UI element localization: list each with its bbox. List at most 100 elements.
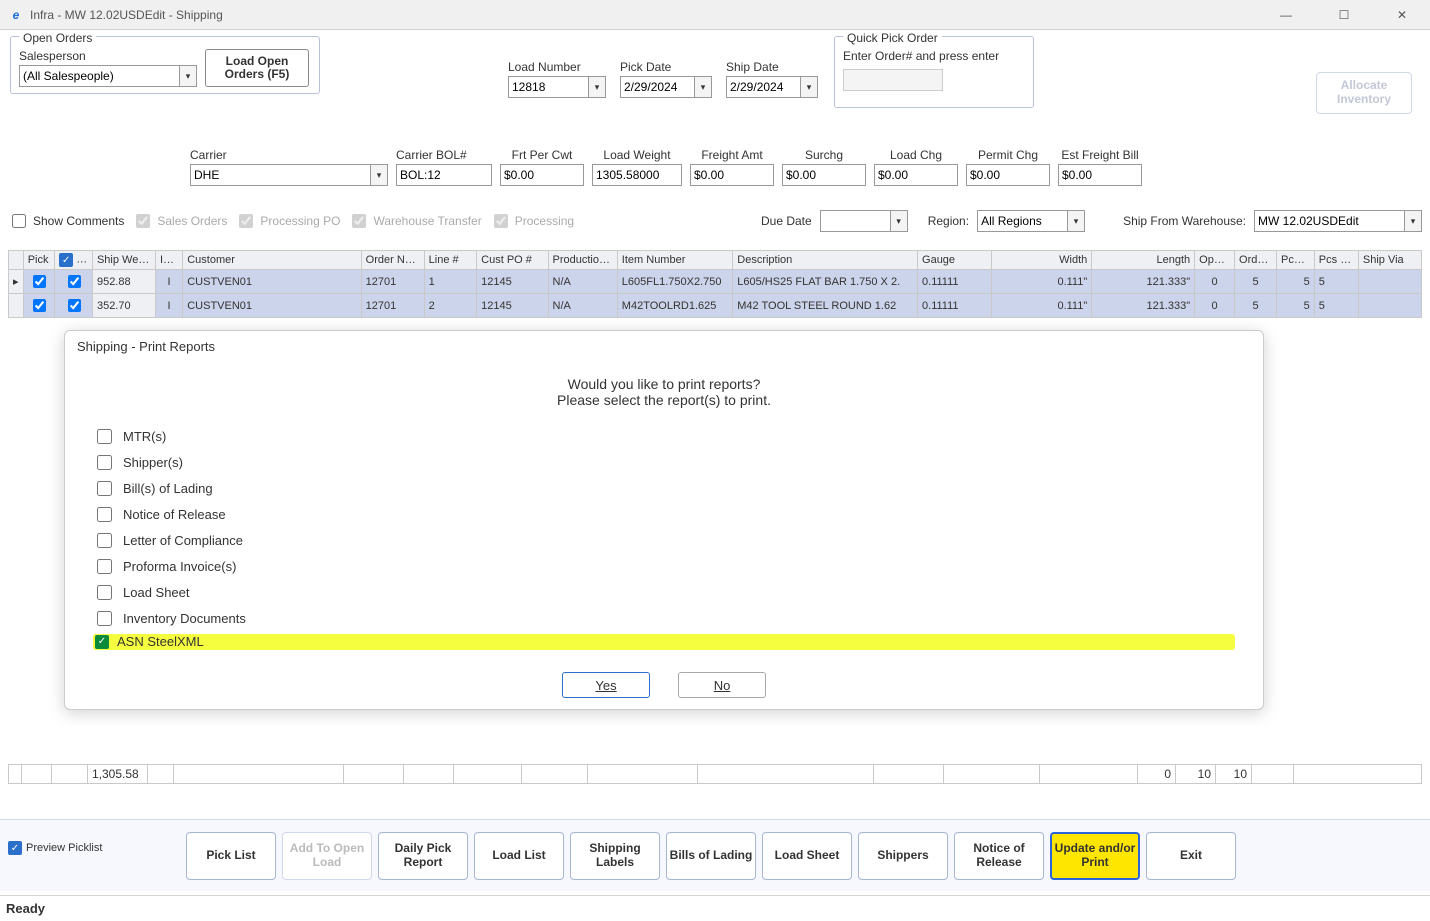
ship-from-label: Ship From Warehouse: xyxy=(1123,214,1246,228)
load-chg-input[interactable] xyxy=(874,164,958,186)
chevron-down-icon[interactable]: ▾ xyxy=(179,65,197,87)
report-option[interactable]: Proforma Invoice(s) xyxy=(93,556,1235,577)
pick-list-button[interactable]: Pick List xyxy=(186,832,276,880)
minimize-button[interactable]: — xyxy=(1266,8,1306,22)
exit-button[interactable]: Exit xyxy=(1146,832,1236,880)
shipping-labels-button[interactable]: Shipping Labels xyxy=(570,832,660,880)
chevron-down-icon[interactable]: ▾ xyxy=(800,76,818,98)
report-checkbox[interactable] xyxy=(97,455,112,470)
open-orders-label: Open Orders xyxy=(19,31,96,45)
report-checkbox[interactable] xyxy=(97,507,112,522)
maximize-button[interactable]: ☐ xyxy=(1324,8,1364,22)
load-weight-label: Load Weight xyxy=(592,148,682,162)
ship-date-label: Ship Date xyxy=(726,60,818,74)
carrier-bol-input[interactable] xyxy=(396,164,492,186)
processing-checkbox[interactable]: Processing xyxy=(490,211,574,231)
table-row[interactable]: ▸ 952.88 ICUSTVEN0112701112145N/AL605FL1… xyxy=(9,270,1422,294)
yes-button[interactable]: Yes xyxy=(562,672,650,698)
notice-of-release-button[interactable]: Notice of Release xyxy=(954,832,1044,880)
load-weight-input[interactable] xyxy=(592,164,682,186)
pick-date-label: Pick Date xyxy=(620,60,712,74)
carrier-label: Carrier xyxy=(190,148,388,162)
processing-po-checkbox[interactable]: Processing PO xyxy=(235,211,340,231)
open-orders-group: Open Orders Salesperson ▾ Load Open Orde… xyxy=(10,36,320,94)
due-date-label: Due Date xyxy=(761,214,812,228)
report-checkbox[interactable] xyxy=(97,611,112,626)
pick-date-input[interactable] xyxy=(620,76,694,98)
est-freight-bill-label: Est Freight Bill xyxy=(1058,148,1142,162)
window-title: Infra - MW 12.02USDEdit - Shipping xyxy=(30,8,223,22)
preview-picklist-checkbox[interactable]: ✓Preview Picklist xyxy=(8,841,102,855)
surchg-input[interactable] xyxy=(782,164,866,186)
dialog-question-1: Would you like to print reports? xyxy=(93,376,1235,392)
show-comments-checkbox[interactable]: Show Comments xyxy=(8,211,124,231)
load-list-button[interactable]: Load List xyxy=(474,832,564,880)
load-chg-label: Load Chg xyxy=(874,148,958,162)
chevron-down-icon[interactable]: ▾ xyxy=(890,210,908,232)
load-sheet-button[interactable]: Load Sheet xyxy=(762,832,852,880)
report-option[interactable]: Letter of Compliance xyxy=(93,530,1235,551)
frt-per-cwt-label: Frt Per Cwt xyxy=(500,148,584,162)
est-freight-bill-input[interactable] xyxy=(1058,164,1142,186)
pick-checkbox[interactable] xyxy=(33,299,46,312)
report-option[interactable]: Bill(s) of Lading xyxy=(93,478,1235,499)
report-option[interactable]: MTR(s) xyxy=(93,426,1235,447)
ship-checkbox[interactable] xyxy=(68,299,81,312)
ship-checkbox[interactable] xyxy=(68,275,81,288)
due-date-input[interactable] xyxy=(820,210,890,232)
shippers-button[interactable]: Shippers xyxy=(858,832,948,880)
salesperson-select[interactable] xyxy=(19,65,179,87)
pick-checkbox[interactable] xyxy=(33,275,46,288)
permit-chg-input[interactable] xyxy=(966,164,1050,186)
ship-all-header-checkbox[interactable]: ✓ xyxy=(59,253,73,267)
grid-header-row: Pick ✓ Ship (All) Ship Weight Inv Disp C… xyxy=(9,251,1422,270)
report-option[interactable]: Shipper(s) xyxy=(93,452,1235,473)
report-option[interactable]: ✓ASN SteelXML xyxy=(93,634,1235,650)
chevron-down-icon[interactable]: ▾ xyxy=(370,164,388,186)
bills-of-lading-button[interactable]: Bills of Lading xyxy=(666,832,756,880)
table-row[interactable]: 352.70 ICUSTVEN0112701212145N/AM42TOOLRD… xyxy=(9,294,1422,318)
chevron-down-icon[interactable]: ▾ xyxy=(694,76,712,98)
ship-date-input[interactable] xyxy=(726,76,800,98)
carrier-bol-label: Carrier BOL# xyxy=(396,148,492,162)
report-checkbox[interactable] xyxy=(97,559,112,574)
warehouse-transfer-checkbox[interactable]: Warehouse Transfer xyxy=(348,211,481,231)
load-open-orders-button[interactable]: Load Open Orders (F5) xyxy=(205,49,309,87)
ship-from-select[interactable] xyxy=(1254,210,1404,232)
status-bar: Ready xyxy=(0,895,1430,921)
load-number-input[interactable] xyxy=(508,76,588,98)
update-and-or-print-button[interactable]: Update and/or Print xyxy=(1050,832,1140,880)
close-button[interactable]: ✕ xyxy=(1382,8,1422,22)
salesperson-label: Salesperson xyxy=(19,49,197,63)
report-checkbox[interactable] xyxy=(97,429,112,444)
surchg-label: Surchg xyxy=(782,148,866,162)
chevron-down-icon[interactable]: ▾ xyxy=(1404,210,1422,232)
freight-amt-input[interactable] xyxy=(690,164,774,186)
quick-pick-hint: Enter Order# and press enter xyxy=(843,49,1025,63)
carrier-select[interactable] xyxy=(190,164,370,186)
quick-pick-input[interactable] xyxy=(843,69,943,91)
region-label: Region: xyxy=(928,214,969,228)
checkbox-checked-icon: ✓ xyxy=(95,635,109,649)
report-checkbox[interactable] xyxy=(97,481,112,496)
frt-per-cwt-input[interactable] xyxy=(500,164,584,186)
allocate-inventory-button[interactable]: Allocate Inventory xyxy=(1316,72,1412,114)
daily-pick-report-button[interactable]: Daily Pick Report xyxy=(378,832,468,880)
dialog-title: Shipping - Print Reports xyxy=(65,331,1263,362)
region-select[interactable] xyxy=(977,210,1067,232)
freight-amt-label: Freight Amt xyxy=(690,148,774,162)
no-button[interactable]: No xyxy=(678,672,766,698)
sales-orders-checkbox[interactable]: Sales Orders xyxy=(132,211,227,231)
add-to-open-load-button[interactable]: Add To Open Load xyxy=(282,832,372,880)
chevron-down-icon[interactable]: ▾ xyxy=(588,76,606,98)
shipping-grid[interactable]: Pick ✓ Ship (All) Ship Weight Inv Disp C… xyxy=(8,250,1422,318)
report-option[interactable]: Load Sheet xyxy=(93,582,1235,603)
dialog-question-2: Please select the report(s) to print. xyxy=(93,392,1235,408)
report-checkbox[interactable] xyxy=(97,585,112,600)
report-option[interactable]: Inventory Documents xyxy=(93,608,1235,629)
chevron-down-icon[interactable]: ▾ xyxy=(1067,210,1085,232)
report-option[interactable]: Notice of Release xyxy=(93,504,1235,525)
quick-pick-group: Quick Pick Order Enter Order# and press … xyxy=(834,36,1034,108)
app-icon: e xyxy=(8,7,24,23)
report-checkbox[interactable] xyxy=(97,533,112,548)
